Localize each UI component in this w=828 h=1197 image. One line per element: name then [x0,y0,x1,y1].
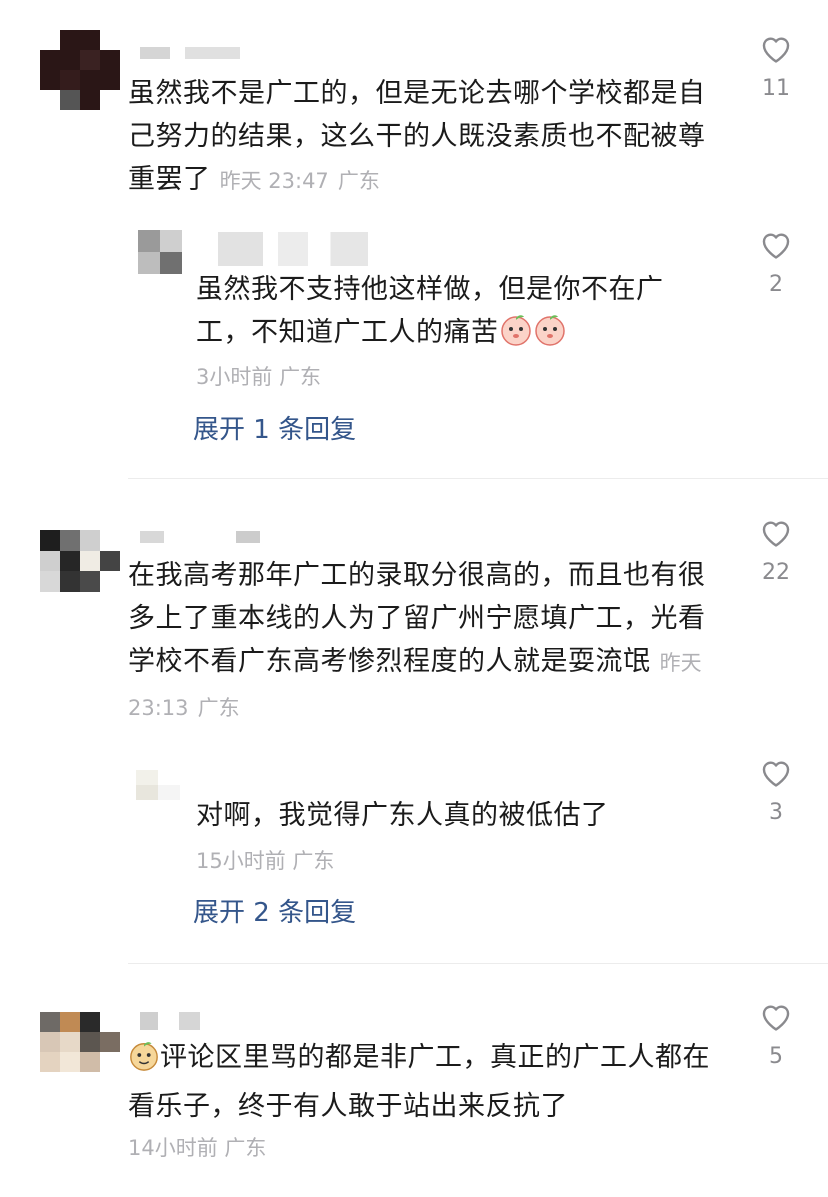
comment-text: 在我高考那年广工的录取分很高的，而且也有很多上了重本线的人为了留广州宁愿填广工，… [128,560,706,720]
reply-text: 对啊，我觉得广东人真的被低估了 [196,800,609,831]
like-count: 3 [769,800,783,825]
avatar[interactable] [136,770,180,800]
username-redacted[interactable] [140,531,260,543]
heart-outline-icon [762,233,790,259]
reply-text: 虽然我不支持他这样做，但是你不在广工，不知道广工人的痛苦 [196,268,696,360]
comment-location: 广东 [224,1136,267,1160]
avatar[interactable] [40,1012,120,1072]
divider [128,963,828,964]
expand-replies-link[interactable]: 展开 2 条回复 [193,895,356,931]
reply-location: 广东 [292,849,335,873]
like-count: 2 [769,272,783,297]
comment-meta: 14小时前 广东 [128,1133,266,1163]
reply-location: 广东 [279,365,322,389]
heart-outline-icon [762,521,790,547]
like-count: 11 [762,76,790,101]
avatar[interactable] [40,530,120,592]
comment-time: 14小时前 [128,1136,218,1160]
peach-emoji-icon [499,313,533,360]
reply-time: 3小时前 [196,365,273,389]
avatar[interactable] [40,30,120,110]
like-count: 5 [769,1044,783,1069]
like-button[interactable]: 2 [746,228,806,298]
comment-location: 广东 [197,696,240,720]
like-button[interactable]: 22 [746,516,806,586]
peach-emoji-icon [128,1040,160,1085]
like-button[interactable]: 5 [746,1000,806,1070]
expand-replies-link[interactable]: 展开 1 条回复 [193,412,356,448]
reply-meta: 15小时前 广东 [196,846,334,876]
like-count: 22 [762,560,790,585]
like-button[interactable]: 11 [746,32,806,102]
comment-location: 广东 [337,169,380,193]
heart-outline-icon [762,761,790,787]
comment-text: 虽然我不是广工的，但是无论去哪个学校都是自己努力的结果，这么干的人既没素质也不配… [128,78,706,195]
username-redacted[interactable] [140,1012,200,1030]
comment-time: 昨天 23:47 [219,169,329,193]
username-redacted[interactable] [218,232,368,266]
reply-time: 15小时前 [196,849,286,873]
username-redacted[interactable] [140,47,240,59]
like-button[interactable]: 3 [746,756,806,826]
avatar[interactable] [138,230,182,274]
heart-outline-icon [762,37,790,63]
peach-emoji-icon [533,313,567,360]
heart-outline-icon [762,1005,790,1031]
divider [128,478,828,479]
reply-meta: 3小时前 广东 [196,362,321,392]
comment-text: 评论区里骂的都是非广工，真正的广工人都在看乐子，终于有人敢于站出来反抗了 [128,1040,710,1122]
